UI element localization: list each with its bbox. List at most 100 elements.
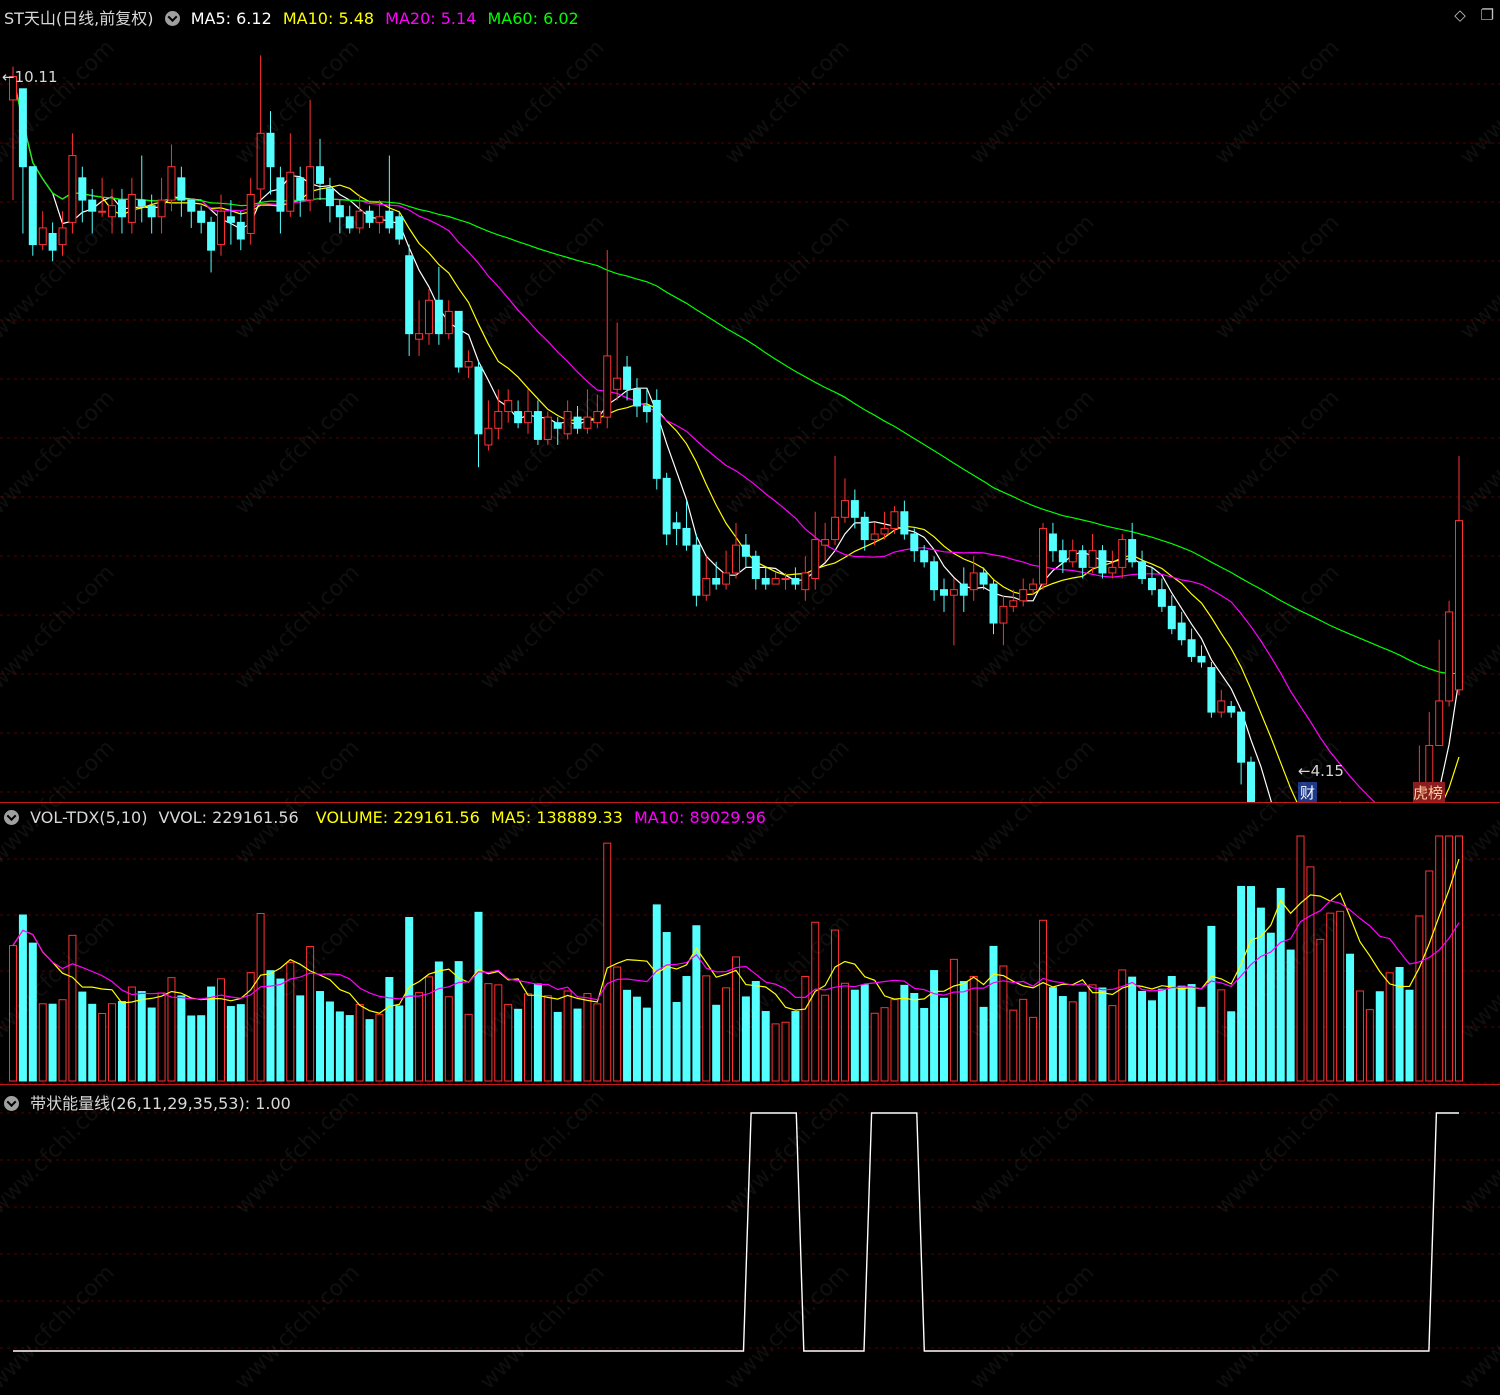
volume-bar (405, 916, 414, 1082)
candle-body (801, 572, 810, 591)
volume-bar (593, 1003, 602, 1082)
volume-bar (1078, 991, 1087, 1082)
candle-body (563, 411, 572, 435)
candle (732, 522, 740, 579)
window-controls: ◇ ❐ (1444, 6, 1494, 24)
candle-body (276, 177, 285, 212)
price-candlestick-chart[interactable] (0, 0, 1500, 803)
candle (335, 200, 344, 234)
volume-bar (939, 997, 948, 1082)
volume-bar (652, 904, 661, 1082)
candle (1058, 539, 1067, 573)
volume-bar (979, 1006, 988, 1082)
candle-body (652, 399, 661, 479)
candle-body (147, 205, 156, 218)
volume-bar-chart[interactable] (0, 803, 1500, 1085)
candle-body (375, 216, 384, 223)
candle (504, 389, 513, 423)
volume-bar (78, 991, 87, 1082)
candle (177, 166, 186, 217)
volume-bar (920, 1008, 929, 1082)
volume-bar (58, 999, 67, 1082)
candle-body (603, 355, 612, 418)
candle (345, 205, 354, 234)
expand-toggle-icon[interactable] (4, 1096, 19, 1111)
candle (672, 511, 681, 546)
volume-bar (395, 1005, 404, 1082)
candle-body (18, 88, 27, 168)
volume-bar (18, 914, 27, 1082)
volume-bar (821, 994, 830, 1082)
candle (167, 144, 176, 212)
candle (434, 266, 443, 345)
volume-bar (306, 946, 315, 1082)
candle-body (771, 578, 780, 585)
diamond-icon[interactable]: ◇ (1454, 6, 1466, 24)
candle-body (187, 199, 196, 212)
volume-chart-pane[interactable]: VOL-TDX(5,10) VVOL: 229161.56 VOLUME: 22… (0, 803, 1500, 1085)
candle-body (741, 544, 750, 557)
candle-body (722, 572, 731, 585)
dragon-tiger-tag[interactable]: 龙虎榜 (1413, 782, 1445, 803)
volume-bar (177, 995, 186, 1082)
candle-body (286, 171, 295, 212)
volume-bar (1425, 870, 1434, 1082)
volume-bar (722, 987, 731, 1082)
restore-icon[interactable]: ❐ (1481, 6, 1494, 24)
vol-indicator-name[interactable]: VOL-TDX(5,10) (30, 808, 147, 827)
candle (791, 567, 800, 590)
volume-bar (335, 1011, 344, 1082)
candle-body (761, 578, 770, 585)
candle (563, 400, 572, 440)
band-indicator-value: : 1.00 (244, 1094, 291, 1113)
volume-bar (464, 1013, 473, 1082)
candle (632, 378, 641, 418)
candle (741, 534, 750, 568)
band-indicator-name[interactable]: 带状能量线(26,11,29,35,53) (30, 1094, 245, 1113)
candle-body (226, 216, 235, 223)
band-energy-pane[interactable]: 带状能量线(26,11,29,35,53): 1.00 (0, 1085, 1500, 1354)
candle (1157, 578, 1166, 612)
candle-body (553, 422, 562, 429)
candle (266, 111, 275, 195)
candle (751, 550, 760, 590)
low-price-label: ←4.15 (1298, 762, 1344, 780)
volume-bar (811, 921, 820, 1082)
candle (1088, 534, 1097, 573)
candle-body (850, 500, 859, 518)
volume-bar (642, 1007, 651, 1082)
candle-body (930, 561, 939, 591)
candle (989, 578, 998, 635)
candle-body (246, 194, 255, 234)
stock-title[interactable]: ST天山(日线,前复权) (4, 9, 154, 28)
candle (405, 244, 414, 356)
band-energy-line-chart[interactable] (0, 1085, 1500, 1354)
candle-body (405, 255, 414, 335)
candle-body (365, 210, 374, 223)
expand-toggle-icon[interactable] (4, 810, 19, 825)
finance-tag[interactable]: 财 (1298, 782, 1318, 803)
candle (939, 578, 948, 612)
price-chart-pane[interactable]: ST天山(日线,前复权) MA5: 6.12 MA10: 5.48 MA20: … (0, 0, 1500, 803)
volume-bar (1197, 1006, 1206, 1082)
candle (712, 561, 721, 590)
candle (890, 506, 899, 534)
candle (1435, 639, 1444, 746)
volume-bar (1237, 885, 1246, 1082)
candle (1217, 689, 1226, 718)
candle-body (623, 366, 632, 390)
volume-bar (801, 975, 810, 1082)
candle-body (415, 333, 424, 340)
candle (415, 300, 424, 356)
volume-bar (117, 1001, 126, 1082)
volume-bar (682, 976, 691, 1082)
expand-toggle-icon[interactable] (164, 11, 180, 26)
candle-body (682, 527, 691, 546)
candle (1187, 628, 1196, 662)
volume-bar (1306, 866, 1315, 1082)
candle (117, 188, 126, 234)
candle (593, 394, 602, 429)
volume-bar (1177, 985, 1186, 1082)
candle-body (999, 605, 1008, 624)
volume-bar (137, 991, 146, 1082)
